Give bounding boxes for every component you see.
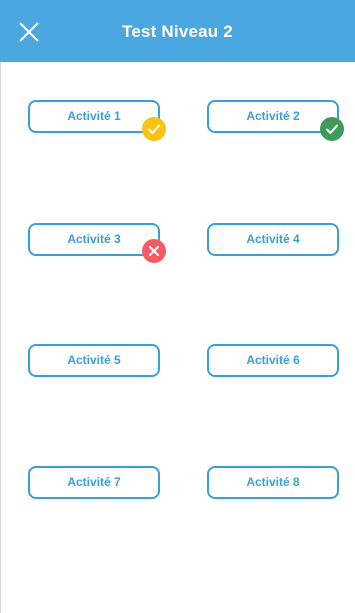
activity-7-button[interactable]: Activité 7 <box>28 466 160 499</box>
page-title: Test Niveau 2 <box>122 22 233 41</box>
left-divider <box>0 62 1 613</box>
cross-icon <box>142 239 166 263</box>
activity-6-button[interactable]: Activité 6 <box>207 344 339 377</box>
checkmark-icon <box>320 117 344 141</box>
checkmark-icon <box>142 117 166 141</box>
activity-3-button[interactable]: Activité 3 <box>28 223 160 256</box>
activity-4-button[interactable]: Activité 4 <box>207 223 339 256</box>
activity-8-button[interactable]: Activité 8 <box>207 466 339 499</box>
activity-1-button[interactable]: Activité 1 <box>28 100 160 133</box>
app-header: Test Niveau 2 <box>0 0 355 62</box>
activity-5-button[interactable]: Activité 5 <box>28 344 160 377</box>
